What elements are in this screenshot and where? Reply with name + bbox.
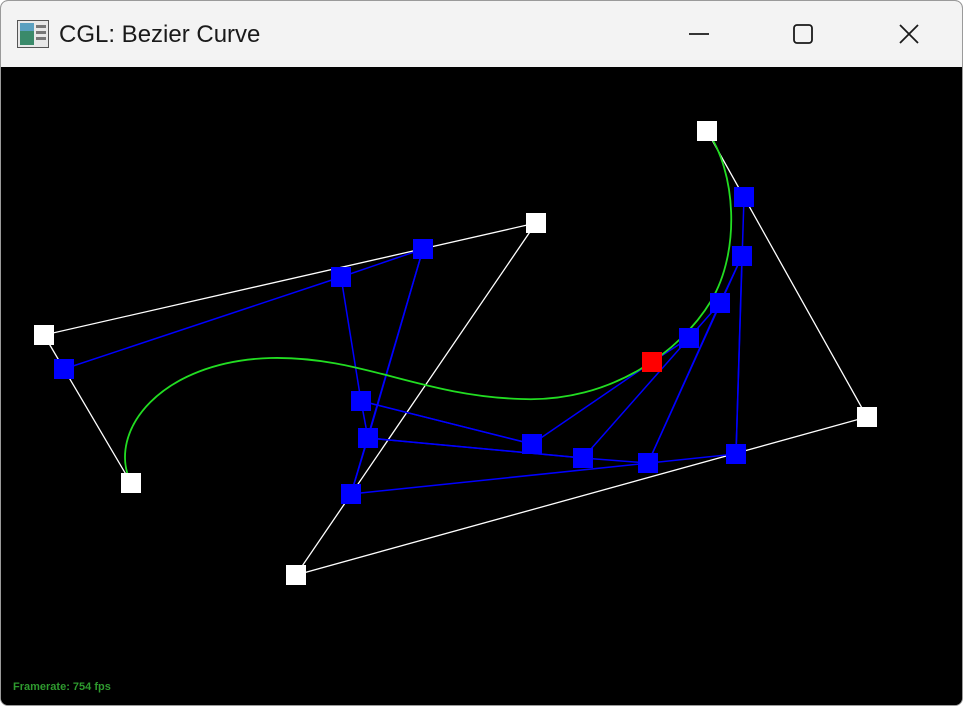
bezier-scene bbox=[34, 121, 877, 585]
close-button[interactable] bbox=[874, 1, 944, 67]
intermediate-point bbox=[710, 293, 730, 313]
title-bar[interactable]: CGL: Bezier Curve bbox=[1, 1, 962, 67]
current-curve-point bbox=[642, 352, 662, 372]
framerate-label: Framerate: 754 fps bbox=[13, 681, 111, 693]
control-point bbox=[857, 407, 877, 427]
close-icon bbox=[898, 23, 920, 45]
intermediate-point bbox=[331, 267, 351, 287]
intermediate-point bbox=[734, 187, 754, 207]
minimize-button[interactable] bbox=[664, 1, 734, 67]
intermediate-point bbox=[522, 434, 542, 454]
construction-lines bbox=[63, 196, 745, 495]
control-point bbox=[34, 325, 54, 345]
intermediate-point bbox=[341, 484, 361, 504]
render-canvas[interactable] bbox=[1, 67, 962, 705]
bezier-curve bbox=[124, 130, 733, 484]
intermediate-points bbox=[54, 187, 754, 504]
intermediate-point bbox=[679, 328, 699, 348]
control-point bbox=[121, 473, 141, 493]
intermediate-point bbox=[351, 391, 371, 411]
intermediate-point bbox=[54, 359, 74, 379]
control-point bbox=[286, 565, 306, 585]
intermediate-point bbox=[573, 448, 593, 468]
app-icon bbox=[17, 20, 49, 48]
app-window: CGL: Bezier Curve Framerate: 754 fps bbox=[0, 0, 963, 706]
intermediate-point bbox=[732, 246, 752, 266]
maximize-icon bbox=[792, 23, 814, 45]
intermediate-point bbox=[726, 444, 746, 464]
intermediate-point bbox=[638, 453, 658, 473]
control-point bbox=[526, 213, 546, 233]
maximize-button[interactable] bbox=[768, 1, 838, 67]
minimize-icon bbox=[688, 23, 710, 45]
window-title: CGL: Bezier Curve bbox=[59, 21, 261, 48]
control-point bbox=[697, 121, 717, 141]
intermediate-point bbox=[413, 239, 433, 259]
intermediate-point bbox=[358, 428, 378, 448]
